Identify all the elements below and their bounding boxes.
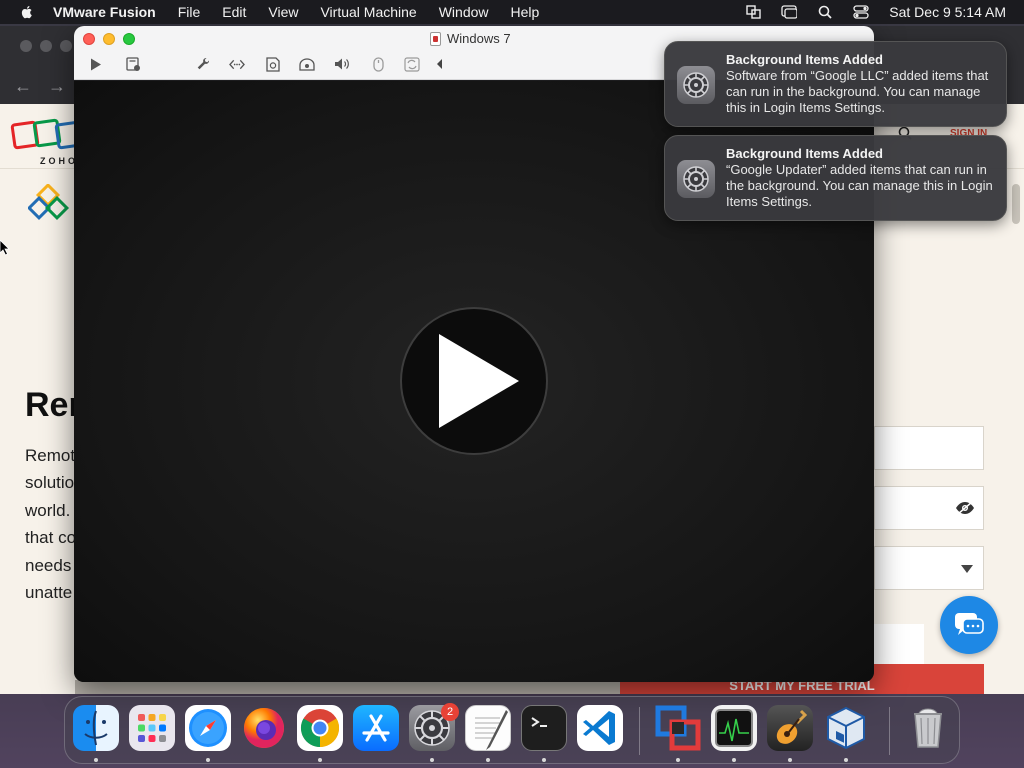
spotlight-search-icon[interactable] [817,5,833,19]
fullscreen-window-button[interactable] [123,33,135,45]
sound-icon[interactable] [334,56,350,72]
dock-separator [889,707,890,755]
trash-icon[interactable] [905,705,951,751]
notification-title: Background Items Added [726,52,883,67]
vmware-status-icon[interactable] [745,5,761,19]
virtualbox-icon[interactable] [823,705,869,751]
notification-body: Software from “Google LLC” added items t… [726,68,989,115]
dock: 2 [64,696,960,764]
notification-body: “Google Updater” added items that can ru… [726,162,993,209]
terminal-icon[interactable] [521,705,567,751]
country-select[interactable] [874,546,984,590]
vm-title-text: Windows 7 [447,31,511,46]
garageband-icon[interactable] [767,705,813,751]
menu-app-name[interactable]: VMware Fusion [53,4,156,20]
menu-help[interactable]: Help [511,4,540,20]
chat-support-button[interactable] [940,596,998,654]
mouse-cursor-icon [0,240,10,256]
vscode-icon[interactable] [577,705,623,751]
back-arrow-icon[interactable]: ← [14,76,32,97]
notification-background-items-google-llc[interactable]: Background Items Added Software from “Go… [664,41,1007,127]
settings-wrench-icon[interactable] [195,56,211,72]
page-scrollbar[interactable] [1012,184,1020,224]
notification-background-items-google-updater[interactable]: Background Items Added “Google Updater” … [664,135,1007,221]
running-indicator [486,758,490,762]
firefox-icon[interactable] [241,705,287,751]
chrome-icon[interactable] [297,705,343,751]
launchpad-icon[interactable] [129,705,175,751]
password-field[interactable] [874,486,984,530]
page-strip [75,680,620,694]
camera-icon[interactable] [299,56,315,72]
menubar: VMware Fusion File Edit View Virtual Mac… [0,0,1024,24]
dock-separator [639,707,640,755]
eye-icon[interactable] [955,501,975,515]
forward-arrow-icon[interactable]: → [48,76,66,97]
zoho-logo-text: ZOHO [40,156,78,166]
running-indicator [676,758,680,762]
toolbar-collapse-icon[interactable] [432,56,448,72]
play-icon [439,334,519,428]
running-indicator [788,758,792,762]
menu-view[interactable]: View [268,4,298,20]
menubar-clock[interactable]: Sat Dec 9 5:14 AM [889,4,1006,20]
browser-window-controls [20,40,72,52]
product-logo-icon [28,184,70,221]
vm-document-icon [430,31,441,46]
system-settings-gear-icon [677,66,715,104]
running-indicator [844,758,848,762]
running-indicator [542,758,546,762]
chevron-down-icon [961,565,973,573]
disk-icon[interactable] [265,56,281,72]
menu-virtual-machine[interactable]: Virtual Machine [320,4,416,20]
minimize-window-button[interactable] [103,33,115,45]
snapshot-icon[interactable] [125,56,141,72]
menubar-status-area: Sat Dec 9 5:14 AM [745,0,1024,24]
sync-icon[interactable] [404,56,420,72]
running-indicator [732,758,736,762]
usb-icon[interactable] [370,56,386,72]
menu-window[interactable]: Window [439,4,489,20]
zoho-logo[interactable]: ZOHO [10,116,84,166]
browser-navigation: ← → [14,76,66,97]
activity-monitor-icon[interactable] [711,705,757,751]
running-indicator [318,758,322,762]
menu-file[interactable]: File [178,4,201,20]
finder-icon[interactable] [73,705,119,751]
vm-window-controls [83,33,135,45]
system-settings-gear-icon [677,160,715,198]
textedit-icon[interactable] [465,705,511,751]
running-indicator [206,758,210,762]
close-window-button[interactable] [83,33,95,45]
screen-mirroring-icon[interactable] [781,5,798,19]
menu-edit[interactable]: Edit [222,4,246,20]
running-indicator [94,758,98,762]
chat-bubble-icon [955,613,984,635]
control-center-icon[interactable] [853,5,869,19]
safari-icon[interactable] [185,705,231,751]
running-indicator [430,758,434,762]
vm-play-button[interactable] [400,307,548,455]
signup-field-1[interactable] [874,426,984,470]
vmware-fusion-icon[interactable] [655,705,701,751]
play-icon[interactable] [88,56,104,72]
apple-menu-icon[interactable] [19,4,35,20]
app-store-icon[interactable] [353,705,399,751]
notification-title: Background Items Added [726,146,883,161]
vm-window-title: Windows 7 [430,31,511,46]
network-icon[interactable] [229,56,245,72]
notification-badge: 2 [441,703,459,721]
